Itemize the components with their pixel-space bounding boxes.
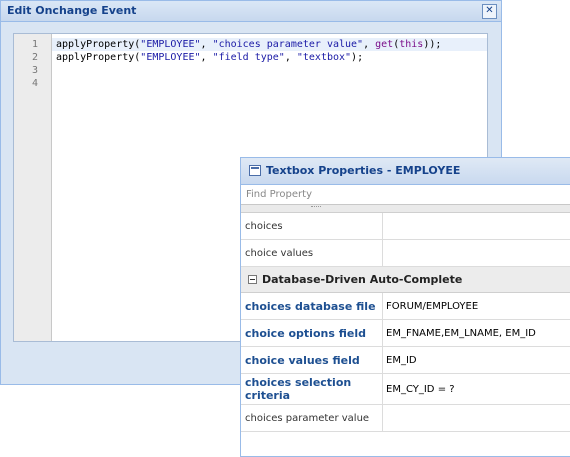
line-number-gutter: 1 2 3 4 — [14, 34, 52, 341]
property-label: choices selection criteria — [241, 374, 383, 404]
property-label: choices parameter value — [241, 405, 383, 431]
property-value[interactable]: EM_CY_ID = ? — [383, 374, 458, 404]
code-line[interactable]: applyProperty("EMPLOYEE", "choices param… — [52, 38, 487, 51]
property-label: choice options field — [241, 320, 383, 346]
property-row[interactable]: choices selection criteria EM_CY_ID = ? — [241, 374, 570, 405]
property-row[interactable]: choice options field EM_FNAME,EM_LNAME, E… — [241, 320, 570, 347]
code-line[interactable] — [52, 64, 487, 77]
code-token: "EMPLOYEE" — [140, 52, 201, 63]
collapse-icon[interactable] — [248, 274, 257, 284]
textbox-properties-panel: Textbox Properties - EMPLOYEE Find Prope… — [240, 157, 570, 457]
property-label: choices database file — [241, 293, 383, 319]
property-value[interactable] — [383, 405, 389, 431]
window-icon — [249, 164, 261, 176]
code-line[interactable]: applyProperty("EMPLOYEE", "field type", … — [52, 51, 487, 64]
property-label: choice values — [241, 240, 383, 266]
code-token: "EMPLOYEE" — [140, 39, 201, 50]
find-property-input[interactable]: Find Property — [241, 185, 570, 205]
property-row[interactable]: choices — [241, 213, 570, 240]
line-number: 3 — [31, 65, 38, 76]
property-value[interactable]: FORUM/EMPLOYEE — [383, 293, 481, 319]
line-number: 1 — [31, 39, 38, 50]
code-token: "textbox" — [296, 52, 352, 63]
property-value[interactable]: EM_FNAME,EM_LNAME, EM_ID — [383, 320, 539, 346]
code-token: , — [200, 39, 213, 50]
property-row[interactable]: choices database file FORUM/EMPLOYEE — [241, 293, 570, 320]
code-area[interactable]: applyProperty("EMPLOYEE", "choices param… — [52, 34, 487, 90]
property-value[interactable]: EM_ID — [383, 347, 420, 373]
code-token: , — [284, 52, 297, 63]
close-icon[interactable]: ✕ — [482, 4, 497, 19]
code-token: ); — [351, 52, 364, 63]
horizontal-scrollbar[interactable] — [241, 205, 570, 213]
properties-title: Textbox Properties - EMPLOYEE — [266, 164, 461, 177]
code-token: applyProperty( — [56, 39, 141, 50]
property-row[interactable]: choice values — [241, 240, 570, 267]
property-label: choices — [241, 213, 383, 239]
property-label: choice values field — [241, 347, 383, 373]
code-token: applyProperty( — [56, 52, 141, 63]
section-title: Database-Driven Auto-Complete — [262, 273, 463, 286]
code-token: "choices parameter value" — [212, 39, 364, 50]
code-line[interactable] — [52, 77, 487, 90]
code-token: this — [399, 39, 424, 50]
property-value[interactable] — [383, 240, 389, 266]
section-header-autocomplete[interactable]: Database-Driven Auto-Complete — [241, 267, 570, 293]
code-token: )); — [423, 39, 442, 50]
code-token: , — [363, 39, 376, 50]
property-value[interactable] — [383, 213, 389, 239]
line-number: 4 — [31, 78, 38, 89]
properties-title-bar: Textbox Properties - EMPLOYEE — [241, 158, 570, 185]
code-token: "field type" — [212, 52, 285, 63]
property-row[interactable]: choices parameter value — [241, 405, 570, 432]
code-token: get — [375, 39, 394, 50]
dialog-title: Edit Onchange Event — [1, 1, 501, 22]
line-number: 2 — [31, 52, 38, 63]
code-token: , — [200, 52, 213, 63]
property-row[interactable]: choice values field EM_ID — [241, 347, 570, 374]
